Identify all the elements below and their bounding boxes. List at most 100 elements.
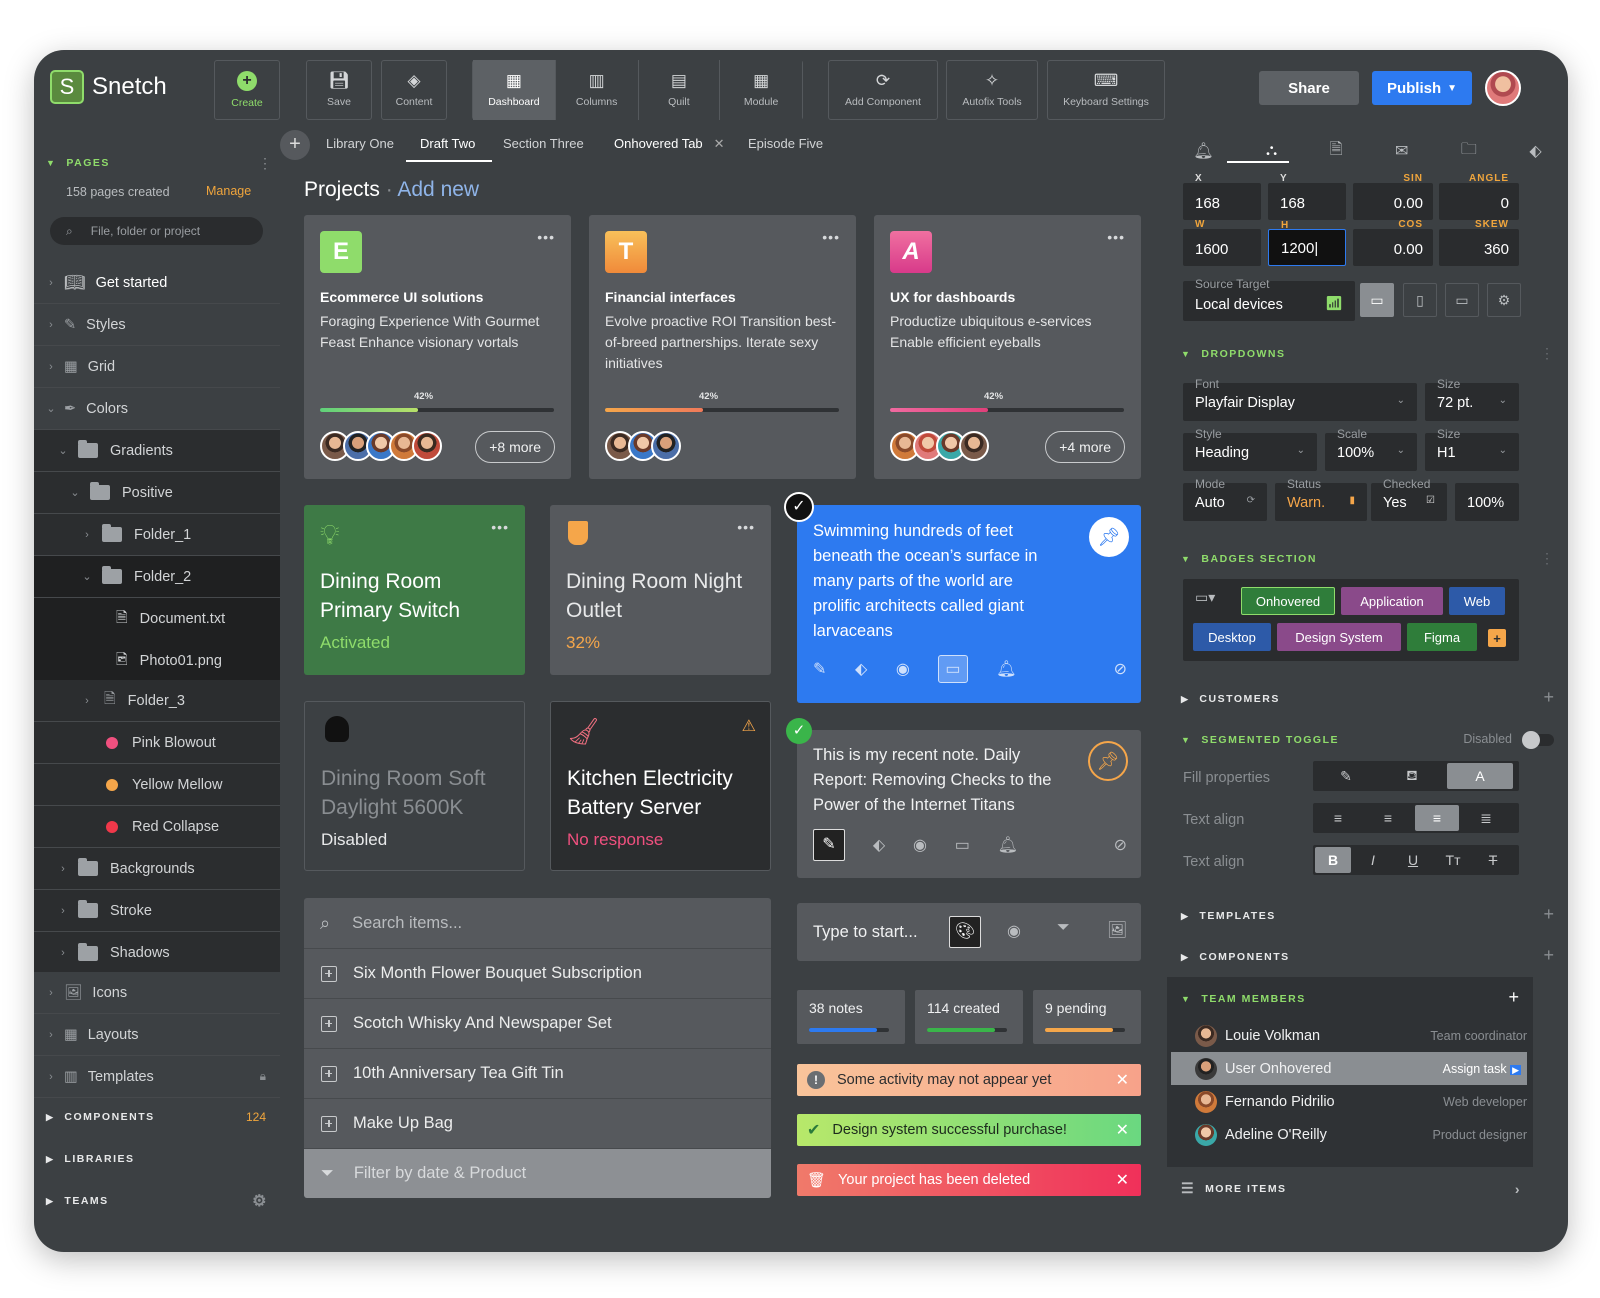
sidebar-item-positive[interactable]: ⌄ Positive — [34, 472, 280, 514]
sidebar-item-pink-blowout[interactable]: Pink Blowout — [34, 722, 280, 764]
underline-icon[interactable]: U — [1393, 852, 1433, 868]
pencil-icon[interactable]: ✎ — [1313, 768, 1379, 785]
sidebar-item-stroke[interactable]: › Stroke — [34, 890, 280, 932]
size-select[interactable]: Size 72 pt. ⌄ — [1425, 377, 1519, 421]
eye-icon[interactable]: ◉ — [913, 835, 927, 855]
sidebar-item-backgrounds[interactable]: › Backgrounds — [34, 848, 280, 890]
tag-icon[interactable]: ⬖ — [855, 659, 867, 679]
list-item[interactable]: Make Up Bag — [304, 1098, 771, 1148]
project-card[interactable]: A ••• UX for dashboards Productize ubiqu… — [874, 215, 1141, 479]
more-members-button[interactable]: +8 more — [475, 431, 555, 463]
bell-icon[interactable]: 🔔︎ — [998, 835, 1018, 855]
module-button[interactable]: ▦ Module — [720, 60, 802, 120]
heading-size-select[interactable]: Size H1 ⌄ — [1425, 427, 1519, 471]
percent-field[interactable]: 100% — [1455, 483, 1519, 521]
sidebar-item-get-started[interactable]: › 📖︎ Get started — [34, 262, 280, 304]
x-field[interactable]: X 168 — [1183, 173, 1261, 220]
kebab-icon[interactable]: ⋮ — [1540, 345, 1554, 362]
keyboard-settings-button[interactable]: ⌨ Keyboard Settings — [1047, 60, 1165, 120]
mail-icon[interactable]: ✉ — [1395, 141, 1408, 161]
close-icon[interactable]: ✕ — [1116, 1120, 1129, 1140]
text-color-icon[interactable]: A — [1447, 763, 1513, 789]
content-button[interactable]: ◈ Content — [381, 60, 447, 120]
more-options-icon[interactable]: ••• — [1107, 229, 1125, 245]
badge-design-system[interactable]: Design System — [1277, 623, 1401, 651]
cos-field[interactable]: COS 0.00 — [1353, 219, 1433, 266]
eye-icon[interactable]: ◉ — [1007, 921, 1021, 941]
tag-icon[interactable]: ⬖ — [873, 835, 885, 855]
badge-desktop[interactable]: Desktop — [1193, 623, 1271, 651]
components-header[interactable]: ▶ COMPONENTS — [1181, 951, 1290, 963]
more-items-row[interactable]: ☰ MORE ITEMS › — [1181, 1180, 1521, 1197]
align-center-icon[interactable]: ≡ — [1363, 810, 1413, 826]
badge-web[interactable]: Web — [1449, 587, 1505, 615]
tab-onhovered[interactable]: Onhovered Tab ✕ — [614, 136, 725, 152]
team-member-row[interactable]: User Onhovered Assign task ▶ — [1171, 1052, 1527, 1085]
alert-error[interactable]: 🗑︎ Your project has been deleted ✕ — [797, 1164, 1141, 1196]
add-tab-button[interactable]: + — [280, 130, 310, 160]
dropdowns-header[interactable]: ▼ DROPDOWNS — [1181, 348, 1286, 360]
quilt-button[interactable]: ▤ Quilt — [638, 60, 721, 120]
status-select[interactable]: Status Warn. ▮ — [1275, 477, 1367, 521]
align-justify-icon[interactable]: ≣ — [1461, 810, 1511, 827]
add-badge-button[interactable]: + — [1488, 629, 1506, 647]
sidebar-libraries[interactable]: ▶ LIBRARIES — [46, 1153, 135, 1165]
team-member-row[interactable]: Fernando Pidrilio Web developer — [1167, 1085, 1533, 1118]
project-card[interactable]: E ••• Ecommerce UI solutions Foraging Ex… — [304, 215, 571, 479]
sidebar-item-document[interactable]: 🗎 Document.txt — [34, 598, 280, 640]
bell-icon[interactable]: 🔔︎ — [1193, 141, 1213, 161]
mode-select[interactable]: Mode Auto ⟳ — [1183, 477, 1267, 521]
save-button[interactable]: 💾︎ Save — [306, 60, 372, 120]
image-icon[interactable]: 🖼︎ — [1107, 920, 1127, 940]
templates-header[interactable]: ▶ TEMPLATES — [1181, 910, 1276, 922]
comment-icon[interactable]: ▭ — [938, 655, 968, 683]
kebab-icon[interactable]: ⋮ — [258, 155, 272, 172]
align-right-icon[interactable]: ≡ — [1415, 805, 1459, 831]
device-tile[interactable]: 🧹︎ ⚠ Kitchen Electricity Battery Server … — [550, 701, 771, 871]
search-field[interactable]: ⌕ File, folder or project — [50, 217, 263, 245]
h-field[interactable]: H 1200| — [1268, 220, 1346, 266]
font-select[interactable]: Font Playfair Display ⌄ — [1183, 377, 1417, 421]
y-field[interactable]: Y 168 — [1268, 173, 1346, 220]
close-icon[interactable]: ✕ — [1116, 1070, 1129, 1090]
sidebar-item-colors[interactable]: ⌄ ✒ Colors — [34, 388, 280, 430]
sidebar-item-yellow-mellow[interactable]: Yellow Mellow — [34, 764, 280, 806]
alert-info[interactable]: ! Some activity may not appear yet ✕ — [797, 1064, 1141, 1096]
segmented-header[interactable]: ▼ SEGMENTED TOGGLE — [1181, 734, 1339, 746]
type-input-bar[interactable]: Type to start... 🎨︎ ◉ ⏷ 🖼︎ — [797, 903, 1141, 961]
sidebar-components[interactable]: ▶ COMPONENTS 124 — [46, 1110, 266, 1124]
sidebar-item-folder-1[interactable]: › Folder_1 — [34, 514, 280, 556]
close-icon[interactable]: ✕ — [714, 136, 725, 152]
align-left-icon[interactable]: ≡ — [1313, 810, 1363, 826]
tab-section-three[interactable]: Section Three — [503, 136, 584, 151]
project-card[interactable]: T ••• Financial interfaces Evolve proact… — [589, 215, 856, 479]
sidebar-item-styles[interactable]: › ✎ Styles — [34, 304, 280, 346]
gear-icon[interactable]: ⚙ — [252, 1191, 268, 1211]
add-icon[interactable]: + — [1543, 945, 1554, 966]
team-member-row[interactable]: Louie Volkman Team coordinator — [1167, 1019, 1533, 1052]
tab-draft-two[interactable]: Draft Two — [420, 136, 475, 151]
add-new-link[interactable]: Add new — [397, 178, 479, 201]
note-card-gray[interactable]: This is my recent note. Daily Report: Re… — [797, 730, 1141, 878]
kebab-icon[interactable]: ⋮ — [1540, 550, 1554, 567]
fill-bucket-icon[interactable]: ⛾ — [1379, 767, 1445, 786]
sidebar-item-templates[interactable]: › ▥ Templates 🔒︎ — [34, 1056, 280, 1098]
checked-select[interactable]: Checked Yes ☑ — [1371, 477, 1447, 521]
sidebar-teams[interactable]: ▶ TEAMS ⚙ — [46, 1193, 268, 1210]
document-icon[interactable]: 🗎 — [1330, 138, 1343, 165]
device-desktop-button[interactable]: ▭ — [1445, 283, 1479, 317]
more-options-icon[interactable]: ••• — [491, 519, 509, 535]
list-item[interactable]: Scotch Whisky And Newspaper Set — [304, 998, 771, 1048]
skew-field[interactable]: SKEW 360 — [1439, 219, 1519, 266]
manage-link[interactable]: Manage — [206, 184, 251, 198]
toggle-switch[interactable] — [1522, 731, 1554, 749]
device-tile[interactable]: 💡︎ ••• Dining Room Primary Switch Activa… — [304, 505, 525, 675]
pin-icon[interactable]: 📌︎ — [1088, 741, 1128, 781]
pencil-icon[interactable]: ✎ — [813, 659, 826, 679]
sidebar-item-grid[interactable]: › ▦ Grid — [34, 346, 280, 388]
bell-icon[interactable]: 🔔︎ — [996, 659, 1016, 679]
device-laptop-button[interactable]: ▭ — [1360, 283, 1394, 317]
text-size-icon[interactable]: Tт — [1433, 852, 1473, 868]
bold-icon[interactable]: B — [1315, 847, 1351, 873]
assign-task-link[interactable]: Assign task ▶ — [1443, 1062, 1521, 1076]
